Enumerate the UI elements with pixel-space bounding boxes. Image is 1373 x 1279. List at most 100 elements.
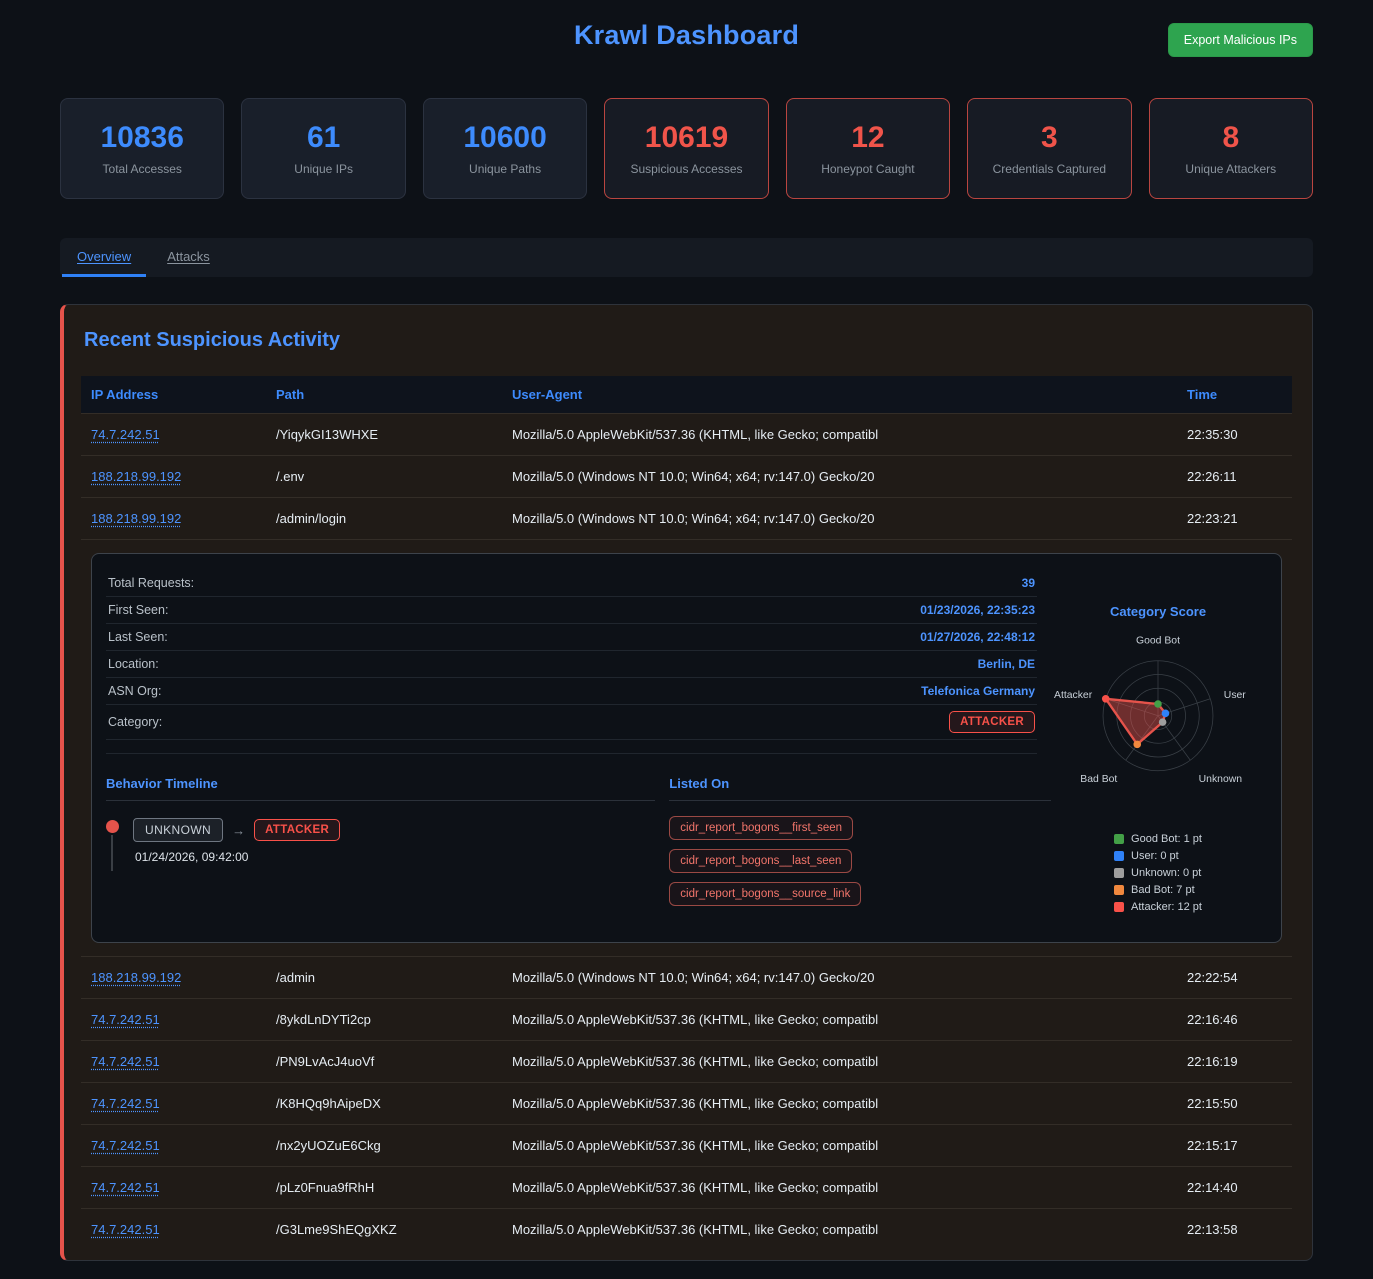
stat-label: Unique Paths (469, 162, 541, 176)
col-header-ip: IP Address (81, 376, 266, 414)
stat-value: 10619 (645, 121, 728, 155)
stat-card-unique-paths: 10600 Unique Paths (423, 98, 587, 199)
legend-item: Bad Bot: 7 pt (1114, 884, 1202, 896)
blocklist-badge: cidr_report_bogons__last_seen (669, 849, 852, 873)
stat-value: 12 (851, 121, 884, 155)
stat-value: 10836 (100, 121, 183, 155)
table-row[interactable]: 74.7.242.51 /8ykdLnDYTi2cp Mozilla/5.0 A… (81, 999, 1292, 1041)
user-agent-cell: Mozilla/5.0 AppleWebKit/537.36 (KHTML, l… (502, 999, 1177, 1041)
table-row[interactable]: 188.218.99.192 /.env Mozilla/5.0 (Window… (81, 456, 1292, 498)
behavior-timeline-title: Behavior Timeline (106, 776, 655, 801)
legend-item: Attacker: 12 pt (1114, 901, 1202, 913)
field-total-requests: Total Requests: 39 (106, 570, 1037, 597)
legend-swatch (1114, 851, 1124, 861)
category-score-section: Category Score Good BotUserUnknownBad Bo… (1049, 570, 1267, 924)
time-cell: 22:15:17 (1177, 1125, 1292, 1167)
ip-link[interactable]: 74.7.242.51 (91, 427, 160, 442)
time-cell: 22:26:11 (1177, 456, 1292, 498)
col-header-path: Path (266, 376, 502, 414)
table-row[interactable]: 74.7.242.51 /nx2yUOZuE6Ckg Mozilla/5.0 A… (81, 1125, 1292, 1167)
recent-suspicious-activity-panel: Recent Suspicious Activity IP Address Pa… (60, 304, 1313, 1261)
field-value: 39 (1022, 576, 1035, 590)
ip-link[interactable]: 188.218.99.192 (91, 469, 181, 484)
user-agent-cell: Mozilla/5.0 AppleWebKit/537.36 (KHTML, l… (502, 414, 1177, 456)
export-malicious-ips-button[interactable]: Export Malicious IPs (1168, 23, 1313, 57)
user-agent-cell: Mozilla/5.0 AppleWebKit/537.36 (KHTML, l… (502, 1083, 1177, 1125)
page-title: Krawl Dashboard (60, 20, 1313, 51)
stat-value: 10600 (463, 121, 546, 155)
ip-link[interactable]: 74.7.242.51 (91, 1138, 160, 1153)
user-agent-cell: Mozilla/5.0 (Windows NT 10.0; Win64; x64… (502, 498, 1177, 540)
table-row[interactable]: 74.7.242.51 /PN9LvAcJ4uoVf Mozilla/5.0 A… (81, 1041, 1292, 1083)
stat-label: Suspicious Accesses (630, 162, 742, 176)
ip-detail-panel: Total Requests: 39 First Seen: 01/23/202… (91, 553, 1282, 943)
category-unknown-badge: UNKNOWN (133, 818, 223, 842)
stats-row: 10836 Total Accesses 61 Unique IPs 10600… (60, 98, 1313, 199)
table-row[interactable]: 74.7.242.51 /G3Lme9ShEQgXKZ Mozilla/5.0 … (81, 1209, 1292, 1251)
path-cell: /G3Lme9ShEQgXKZ (266, 1209, 502, 1251)
legend-swatch (1114, 885, 1124, 895)
ip-detail-fields: Total Requests: 39 First Seen: 01/23/202… (106, 570, 1037, 754)
stat-value: 61 (307, 121, 340, 155)
field-category: Category: ATTACKER (106, 705, 1037, 740)
radar-legend: Good Bot: 1 pt User: 0 pt Unknown: 0 pt (1114, 833, 1202, 913)
table-row[interactable]: 74.7.242.51 /pLz0Fnua9fRhH Mozilla/5.0 A… (81, 1167, 1292, 1209)
path-cell: /nx2yUOZuE6Ckg (266, 1125, 502, 1167)
path-cell: /pLz0Fnua9fRhH (266, 1167, 502, 1209)
tab-attacks[interactable]: Attacks (152, 238, 225, 277)
listed-on-section: Listed On cidr_report_bogons__first_seen… (669, 776, 1051, 906)
legend-swatch (1114, 902, 1124, 912)
path-cell: /admin (266, 957, 502, 999)
ip-link[interactable]: 74.7.242.51 (91, 1096, 160, 1111)
table-header-row: IP Address Path User-Agent Time (81, 376, 1292, 414)
legend-item: Unknown: 0 pt (1114, 867, 1202, 879)
blocklist-badge: cidr_report_bogons__first_seen (669, 816, 853, 840)
ip-link[interactable]: 188.218.99.192 (91, 970, 181, 985)
field-label: First Seen: (108, 603, 168, 617)
table-row[interactable]: 74.7.242.51 /K8HQq9hAipeDX Mozilla/5.0 A… (81, 1083, 1292, 1125)
path-cell: /YiqykGI13WHXE (266, 414, 502, 456)
blocklist-badge: cidr_report_bogons__source_link (669, 882, 861, 906)
user-agent-cell: Mozilla/5.0 AppleWebKit/537.36 (KHTML, l… (502, 1125, 1177, 1167)
time-cell: 22:35:30 (1177, 414, 1292, 456)
panel-title: Recent Suspicious Activity (84, 329, 1292, 352)
listed-on-title: Listed On (669, 776, 1051, 801)
ip-link[interactable]: 74.7.242.51 (91, 1222, 160, 1237)
stat-card-unique-attackers: 8 Unique Attackers (1149, 98, 1313, 199)
user-agent-cell: Mozilla/5.0 (Windows NT 10.0; Win64; x64… (502, 957, 1177, 999)
ip-link[interactable]: 74.7.242.51 (91, 1054, 160, 1069)
timeline-event: UNKNOWN → ATTACKER 01/24/2026, 09:42:00 (106, 818, 655, 880)
category-attacker-badge: ATTACKER (949, 711, 1035, 733)
field-label: Category: (108, 715, 162, 729)
svg-text:Attacker: Attacker (1054, 690, 1093, 701)
path-cell: /K8HQq9hAipeDX (266, 1083, 502, 1125)
field-value: Telefonica Germany (921, 684, 1035, 698)
time-cell: 22:23:21 (1177, 498, 1292, 540)
tab-overview[interactable]: Overview (62, 238, 146, 277)
field-location: Location: Berlin, DE (106, 651, 1037, 678)
ip-detail-left: Total Requests: 39 First Seen: 01/23/202… (106, 570, 1037, 924)
detail-expansion-row: Total Requests: 39 First Seen: 01/23/202… (81, 540, 1292, 957)
svg-text:Bad Bot: Bad Bot (1080, 774, 1117, 785)
table-row[interactable]: 74.7.242.51 /YiqykGI13WHXE Mozilla/5.0 A… (81, 414, 1292, 456)
user-agent-cell: Mozilla/5.0 AppleWebKit/537.36 (KHTML, l… (502, 1167, 1177, 1209)
svg-text:Unknown: Unknown (1199, 774, 1243, 785)
ip-link[interactable]: 188.218.99.192 (91, 511, 181, 526)
stat-card-honeypot-caught: 12 Honeypot Caught (786, 98, 950, 199)
user-agent-cell: Mozilla/5.0 AppleWebKit/537.36 (KHTML, l… (502, 1041, 1177, 1083)
stat-label: Unique Attackers (1185, 162, 1276, 176)
field-label: Total Requests: (108, 576, 194, 590)
timeline-transition: UNKNOWN → ATTACKER (133, 818, 655, 842)
tab-bar: Overview Attacks (60, 238, 1313, 277)
field-value: 01/27/2026, 22:48:12 (920, 630, 1035, 644)
ip-link[interactable]: 74.7.242.51 (91, 1012, 160, 1027)
time-cell: 22:14:40 (1177, 1167, 1292, 1209)
user-agent-cell: Mozilla/5.0 AppleWebKit/537.36 (KHTML, l… (502, 1209, 1177, 1251)
time-cell: 22:15:50 (1177, 1083, 1292, 1125)
field-value: 01/23/2026, 22:35:23 (920, 603, 1035, 617)
path-cell: /8ykdLnDYTi2cp (266, 999, 502, 1041)
table-row[interactable]: 188.218.99.192 /admin Mozilla/5.0 (Windo… (81, 957, 1292, 999)
ip-link[interactable]: 74.7.242.51 (91, 1180, 160, 1195)
behavior-timeline-section: Behavior Timeline UNKNOWN → ATTACKER (106, 776, 655, 906)
table-row[interactable]: 188.218.99.192 /admin/login Mozilla/5.0 … (81, 498, 1292, 540)
